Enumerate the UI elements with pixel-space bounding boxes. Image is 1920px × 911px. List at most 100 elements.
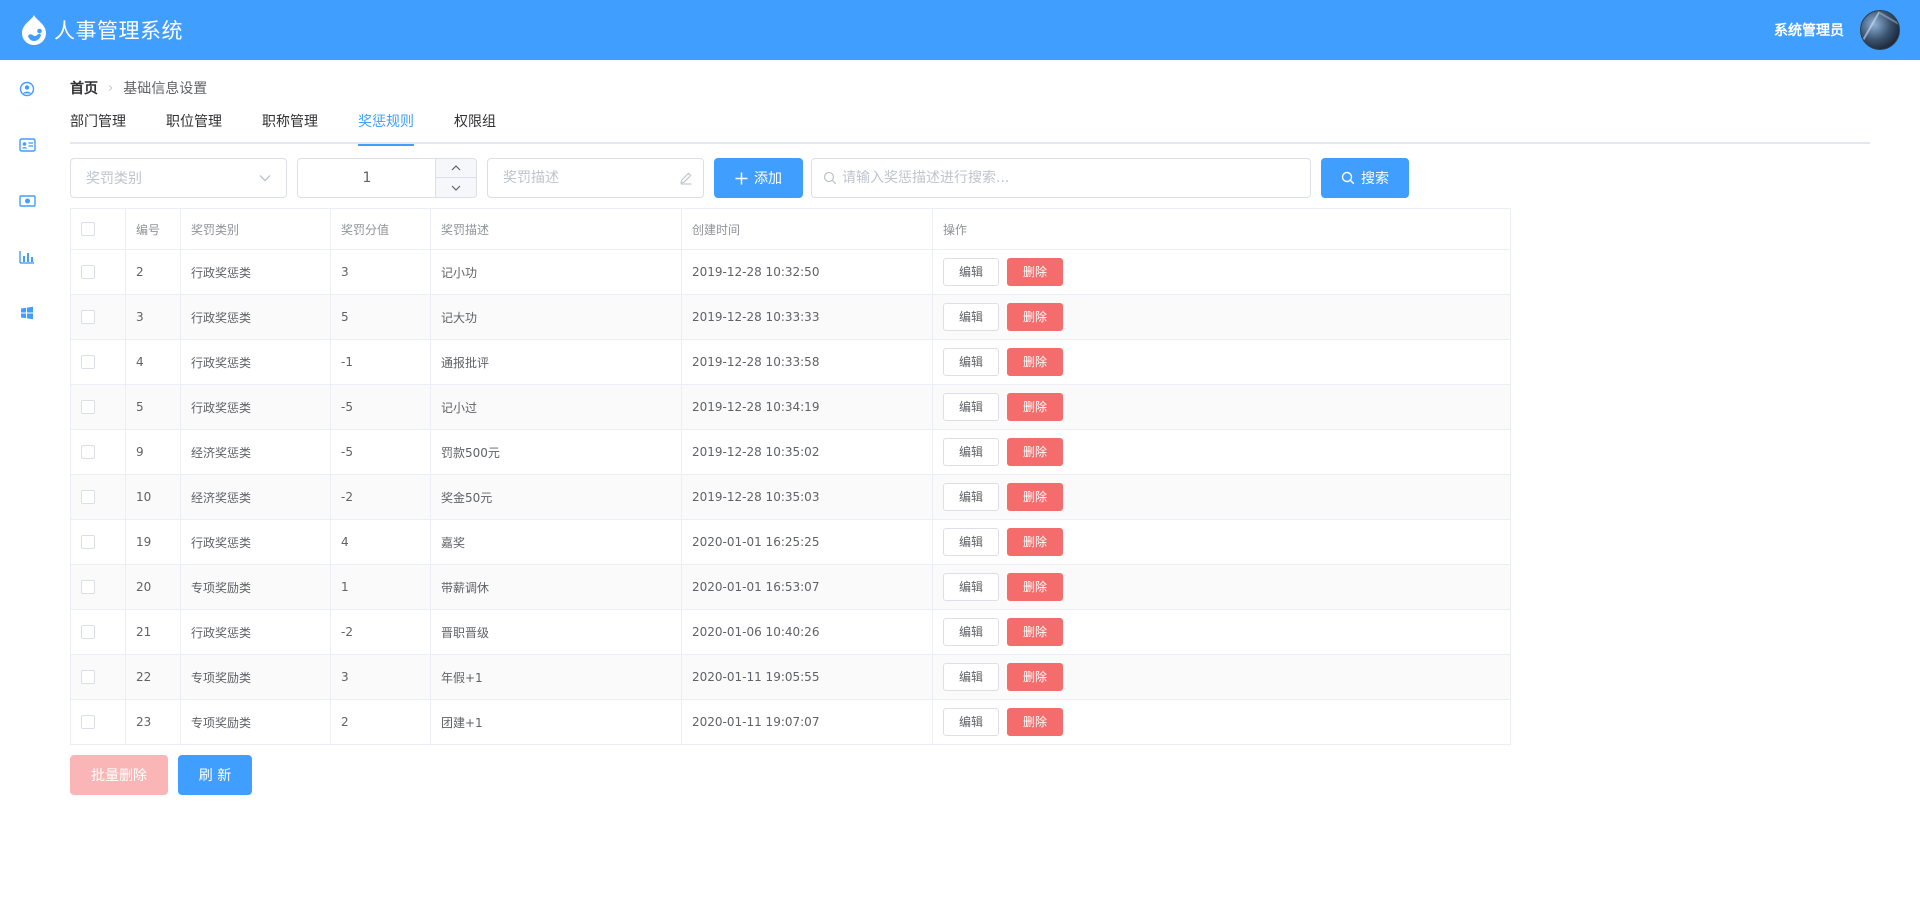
cell-description: 记小过 (430, 384, 682, 430)
brand[interactable]: 人事管理系统 (20, 14, 183, 46)
stepper-decrease[interactable] (436, 178, 476, 197)
row-select-cell[interactable] (70, 519, 126, 565)
delete-button[interactable]: 删除 (1007, 393, 1063, 421)
cell-created: 2019-12-28 10:33:58 (681, 339, 933, 385)
edit-button[interactable]: 编辑 (943, 483, 999, 511)
row-checkbox[interactable] (81, 625, 95, 640)
edit-button[interactable]: 编辑 (943, 573, 999, 601)
user-name[interactable]: 系统管理员 (1774, 20, 1844, 40)
delete-button[interactable]: 删除 (1007, 303, 1063, 331)
tab-permission-group[interactable]: 权限组 (454, 106, 496, 144)
delete-button[interactable]: 删除 (1007, 708, 1063, 736)
edit-button[interactable]: 编辑 (943, 258, 999, 286)
cell-score: -5 (330, 429, 431, 475)
stepper-increase[interactable] (436, 159, 476, 178)
row-select-cell[interactable] (70, 339, 126, 385)
cell-actions: 编辑 删除 (932, 339, 1511, 385)
cell-created: 2020-01-11 19:07:07 (681, 699, 933, 745)
search-input[interactable] (842, 159, 1302, 197)
edit-button[interactable]: 编辑 (943, 663, 999, 691)
cell-id: 5 (125, 384, 181, 430)
sidebar (0, 60, 54, 911)
delete-button[interactable]: 删除 (1007, 258, 1063, 286)
cell-category: 经济奖惩类 (180, 429, 331, 475)
edit-button[interactable]: 编辑 (943, 708, 999, 736)
score-input[interactable] (298, 159, 436, 197)
category-select[interactable]: 奖罚类别 (70, 158, 287, 198)
tab-job-title[interactable]: 职称管理 (262, 106, 318, 144)
bar-chart-icon[interactable] (17, 247, 37, 267)
row-checkbox[interactable] (81, 715, 95, 730)
delete-button[interactable]: 删除 (1007, 663, 1063, 691)
breadcrumb-home[interactable]: 首页 (70, 78, 98, 98)
tab-reward-punishment[interactable]: 奖惩规则 (358, 106, 414, 146)
cell-id: 19 (125, 519, 181, 565)
row-checkbox[interactable] (81, 355, 95, 370)
row-select-cell[interactable] (70, 384, 126, 430)
cell-actions: 编辑 删除 (932, 519, 1511, 565)
table-row: 10 经济奖惩类 -2 奖金50元 2019-12-28 10:35:03 编辑 删除 (70, 474, 1511, 520)
search-field[interactable] (811, 158, 1311, 198)
add-button[interactable]: 添加 (714, 158, 803, 198)
cell-description: 晋职晋级 (430, 609, 682, 655)
delete-button[interactable]: 删除 (1007, 348, 1063, 376)
edit-button[interactable]: 编辑 (943, 348, 999, 376)
row-checkbox[interactable] (81, 265, 95, 280)
row-checkbox[interactable] (81, 400, 95, 415)
cell-score: 3 (330, 249, 431, 295)
cell-id: 22 (125, 654, 181, 700)
edit-button[interactable]: 编辑 (943, 438, 999, 466)
row-select-cell[interactable] (70, 699, 126, 745)
header-select-all[interactable] (70, 208, 126, 250)
row-select-cell[interactable] (70, 654, 126, 700)
top-header: 人事管理系统 系统管理员 (0, 0, 1920, 60)
row-select-cell[interactable] (70, 249, 126, 295)
cell-category: 行政奖惩类 (180, 294, 331, 340)
description-input[interactable] (488, 159, 668, 197)
cell-created: 2020-01-01 16:25:25 (681, 519, 933, 565)
delete-button[interactable]: 删除 (1007, 438, 1063, 466)
header-description: 奖罚描述 (430, 208, 682, 250)
row-checkbox[interactable] (81, 535, 95, 550)
row-select-cell[interactable] (70, 474, 126, 520)
row-select-cell[interactable] (70, 429, 126, 475)
search-button[interactable]: 搜索 (1321, 158, 1409, 198)
row-select-cell[interactable] (70, 294, 126, 340)
toolbar: 奖罚类别 添加 (70, 158, 1870, 198)
user-circle-icon[interactable] (17, 79, 37, 99)
refresh-button[interactable]: 刷 新 (178, 755, 252, 795)
cell-created: 2019-12-28 10:35:03 (681, 474, 933, 520)
avatar[interactable] (1860, 10, 1900, 50)
delete-button[interactable]: 删除 (1007, 483, 1063, 511)
description-field[interactable] (487, 158, 704, 198)
money-icon[interactable] (17, 191, 37, 211)
select-all-checkbox[interactable] (81, 222, 95, 237)
windows-icon[interactable] (17, 303, 37, 323)
cell-score: -2 (330, 609, 431, 655)
edit-button[interactable]: 编辑 (943, 303, 999, 331)
edit-button[interactable]: 编辑 (943, 618, 999, 646)
row-checkbox[interactable] (81, 310, 95, 325)
row-checkbox[interactable] (81, 445, 95, 460)
row-checkbox[interactable] (81, 490, 95, 505)
tab-bar: 部门管理 职位管理 职称管理 奖惩规则 权限组 (70, 106, 1870, 146)
cell-created: 2020-01-11 19:05:55 (681, 654, 933, 700)
row-select-cell[interactable] (70, 609, 126, 655)
delete-button[interactable]: 删除 (1007, 528, 1063, 556)
batch-delete-button[interactable]: 批量删除 (70, 755, 168, 795)
delete-button[interactable]: 删除 (1007, 573, 1063, 601)
score-stepper[interactable] (297, 158, 477, 198)
cell-description: 带薪调休 (430, 564, 682, 610)
edit-button[interactable]: 编辑 (943, 393, 999, 421)
app-title: 人事管理系统 (54, 19, 183, 43)
id-card-icon[interactable] (17, 135, 37, 155)
row-checkbox[interactable] (81, 580, 95, 595)
user-area[interactable]: 系统管理员 (1774, 10, 1900, 50)
delete-button[interactable]: 删除 (1007, 618, 1063, 646)
row-checkbox[interactable] (81, 670, 95, 685)
edit-button[interactable]: 编辑 (943, 528, 999, 556)
cell-actions: 编辑 删除 (932, 564, 1511, 610)
tab-department[interactable]: 部门管理 (70, 106, 126, 144)
row-select-cell[interactable] (70, 564, 126, 610)
tab-position[interactable]: 职位管理 (166, 106, 222, 144)
